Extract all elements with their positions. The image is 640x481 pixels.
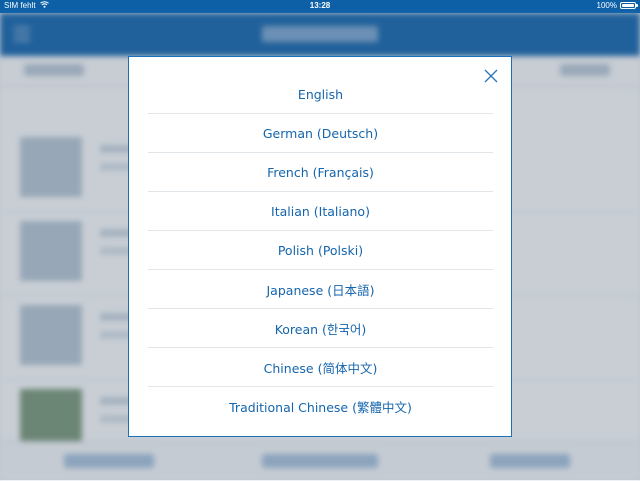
language-dialog: English German (Deutsch) French (Françai… bbox=[128, 56, 512, 437]
battery-icon bbox=[620, 2, 638, 9]
language-option-chinese[interactable]: Chinese (简体中文) bbox=[148, 348, 493, 387]
language-option-italian[interactable]: Italian (Italiano) bbox=[148, 192, 493, 231]
language-option-japanese[interactable]: Japanese (日本語) bbox=[148, 270, 493, 309]
status-bar-right: 100% bbox=[596, 1, 638, 10]
language-list: English German (Deutsch) French (Françai… bbox=[148, 75, 493, 425]
language-option-korean[interactable]: Korean (한국어) bbox=[148, 309, 493, 348]
language-option-french[interactable]: French (Français) bbox=[148, 153, 493, 192]
language-option-polish[interactable]: Polish (Polski) bbox=[148, 231, 493, 270]
language-option-german[interactable]: German (Deutsch) bbox=[148, 114, 493, 153]
language-option-traditional-chinese[interactable]: Traditional Chinese (繁體中文) bbox=[148, 387, 493, 425]
language-option-english[interactable]: English bbox=[148, 75, 493, 114]
battery-percent: 100% bbox=[596, 1, 617, 10]
status-bar: SIM fehlt 13:28 100% bbox=[0, 0, 640, 13]
status-time: 13:28 bbox=[309, 1, 331, 10]
